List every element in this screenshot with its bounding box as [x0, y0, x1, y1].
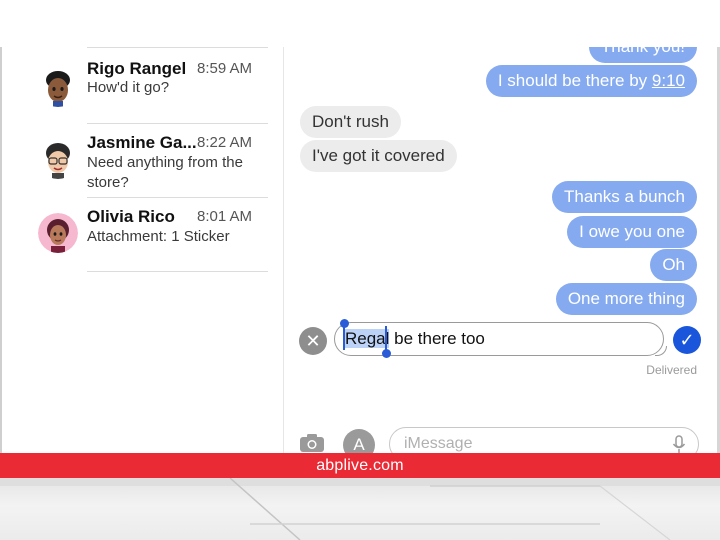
conversation-item[interactable]: Rigo Rangel 8:59 AM How'd it go?	[0, 47, 284, 121]
message-preview: How'd it go?	[87, 79, 170, 96]
watermark-text: abplive.com	[316, 457, 404, 474]
message-input[interactable]: iMessage	[389, 427, 699, 453]
received-message-bubble[interactable]: Don't rush	[300, 106, 401, 138]
contact-name: Rigo Rangel	[87, 59, 187, 78]
time-link[interactable]: 9:10	[652, 71, 685, 90]
camera-icon[interactable]	[299, 433, 325, 453]
cancel-edit-button[interactable]: ✕	[299, 327, 327, 355]
sent-message-bubble[interactable]: Thank you!	[588, 47, 697, 63]
message-input-placeholder: iMessage	[404, 435, 473, 452]
conversation-item[interactable]: Olivia Rico 8:01 AM Attachment: 1 Sticke…	[0, 197, 284, 271]
divider	[87, 271, 268, 272]
message-preview: Need anything from the store?	[87, 154, 243, 191]
memoji-avatar-icon	[38, 139, 78, 179]
delivery-status: Delivered	[646, 363, 697, 377]
conversation-list: Rigo Rangel 8:59 AM How'd it go? Jasmine…	[0, 47, 284, 453]
edit-text[interactable]: Regal be there too	[345, 323, 485, 355]
message-preview: Attachment: 1 Sticker	[87, 228, 230, 245]
messages-app: Rigo Rangel 8:59 AM How'd it go? Jasmine…	[0, 47, 720, 453]
sent-message-bubble[interactable]: I should be there by 9:10	[485, 65, 697, 97]
avatar	[38, 139, 78, 179]
avatar	[38, 213, 78, 253]
conversation-item[interactable]: Jasmine Ga... 8:22 AM Need anything from…	[0, 123, 284, 197]
selection-end-caret	[385, 326, 387, 350]
contact-name: Jasmine Ga...	[87, 133, 197, 152]
message-text: I should be there by	[497, 71, 652, 90]
sent-message-bubble[interactable]: I owe you one	[567, 216, 697, 248]
edit-message-field[interactable]: Regal be there too	[334, 319, 664, 358]
selected-text[interactable]: Regal	[345, 329, 390, 348]
chat-transcript: Thank you! I should be there by 9:10 Don…	[285, 47, 717, 453]
contact-name: Olivia Rico	[87, 207, 175, 226]
checkmark-icon: ✓	[679, 330, 695, 350]
divider	[87, 47, 268, 48]
sent-message-bubble[interactable]: Oh	[650, 249, 697, 281]
received-message-bubble[interactable]: I've got it covered	[300, 140, 457, 172]
avatar	[38, 67, 78, 107]
message-time: 8:22 AM	[197, 134, 253, 151]
memoji-avatar-icon	[38, 213, 78, 253]
edit-text-rest: be there too	[389, 329, 485, 348]
top-margin	[0, 0, 720, 47]
edit-message-row: ✕ Regal be there too ✓	[285, 319, 717, 361]
divider	[87, 197, 268, 198]
message-time: 8:59 AM	[197, 60, 253, 77]
app-store-icon[interactable]: A	[343, 429, 375, 453]
sent-message-bubble[interactable]: Thanks a bunch	[552, 181, 697, 213]
confirm-edit-button[interactable]: ✓	[673, 326, 701, 354]
selection-start-caret	[343, 326, 345, 350]
sent-message-bubble[interactable]: One more thing	[555, 283, 697, 315]
divider	[87, 123, 268, 124]
close-icon: ✕	[305, 331, 321, 351]
microphone-icon[interactable]	[672, 435, 686, 453]
footer-background	[0, 478, 720, 540]
selection-end-handle[interactable]	[382, 349, 391, 358]
composer-bar: A iMessage	[285, 425, 717, 453]
message-time: 8:01 AM	[197, 208, 253, 225]
memoji-avatar-icon	[38, 67, 78, 107]
decorative-lines	[0, 478, 720, 540]
watermark-bar: abplive.com	[0, 453, 720, 478]
frame-edge	[0, 47, 2, 453]
